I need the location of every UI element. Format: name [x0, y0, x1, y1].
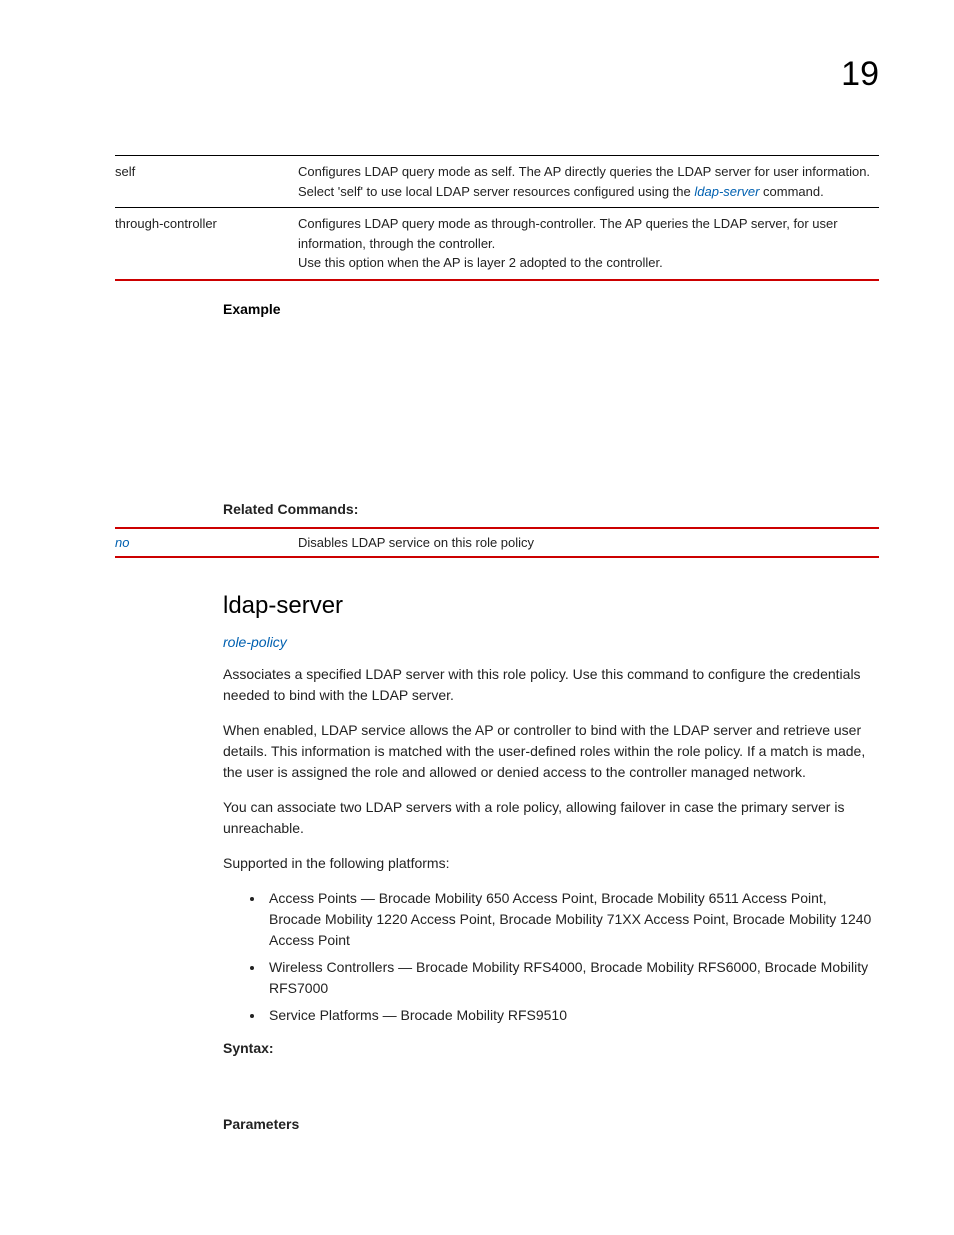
related-desc: Disables LDAP service on this role polic… [298, 528, 879, 557]
list-item: Wireless Controllers — Brocade Mobility … [265, 957, 879, 999]
param-desc: Configures LDAP query mode as self. The … [298, 156, 879, 208]
related-commands-table: no Disables LDAP service on this role po… [115, 527, 879, 558]
page-content: self Configures LDAP query mode as self.… [115, 155, 879, 1132]
syntax-heading: Syntax: [223, 1040, 879, 1056]
body-paragraph: You can associate two LDAP servers with … [223, 797, 879, 839]
param-desc-text-tail: command. [759, 184, 823, 199]
role-policy-link[interactable]: role-policy [223, 634, 879, 650]
ldap-server-link[interactable]: ldap-server [694, 184, 759, 199]
page: 19 self Configures LDAP query mode as se… [0, 0, 954, 1235]
example-heading: Example [223, 301, 879, 317]
related-commands-heading: Related Commands: [223, 501, 879, 517]
table-row: no Disables LDAP service on this role po… [115, 528, 879, 557]
parameters-heading: Parameters [223, 1116, 879, 1132]
example-content-placeholder [115, 331, 879, 481]
param-desc: Configures LDAP query mode as through-co… [298, 208, 879, 280]
param-key: self [115, 156, 298, 208]
table-row: self Configures LDAP query mode as self.… [115, 156, 879, 208]
list-item: Service Platforms — Brocade Mobility RFS… [265, 1005, 879, 1026]
related-key-link[interactable]: no [115, 528, 298, 557]
body-paragraph: Associates a specified LDAP server with … [223, 664, 879, 706]
list-item: Access Points — Brocade Mobility 650 Acc… [265, 888, 879, 951]
body-paragraph: Supported in the following platforms: [223, 853, 879, 874]
command-title: ldap-server [223, 592, 879, 620]
page-number: 19 [841, 55, 879, 94]
platforms-list: Access Points — Brocade Mobility 650 Acc… [265, 888, 879, 1026]
body-paragraph: When enabled, LDAP service allows the AP… [223, 720, 879, 783]
param-key: through-controller [115, 208, 298, 280]
top-parameters-table: self Configures LDAP query mode as self.… [115, 155, 879, 281]
table-row: through-controller Configures LDAP query… [115, 208, 879, 280]
